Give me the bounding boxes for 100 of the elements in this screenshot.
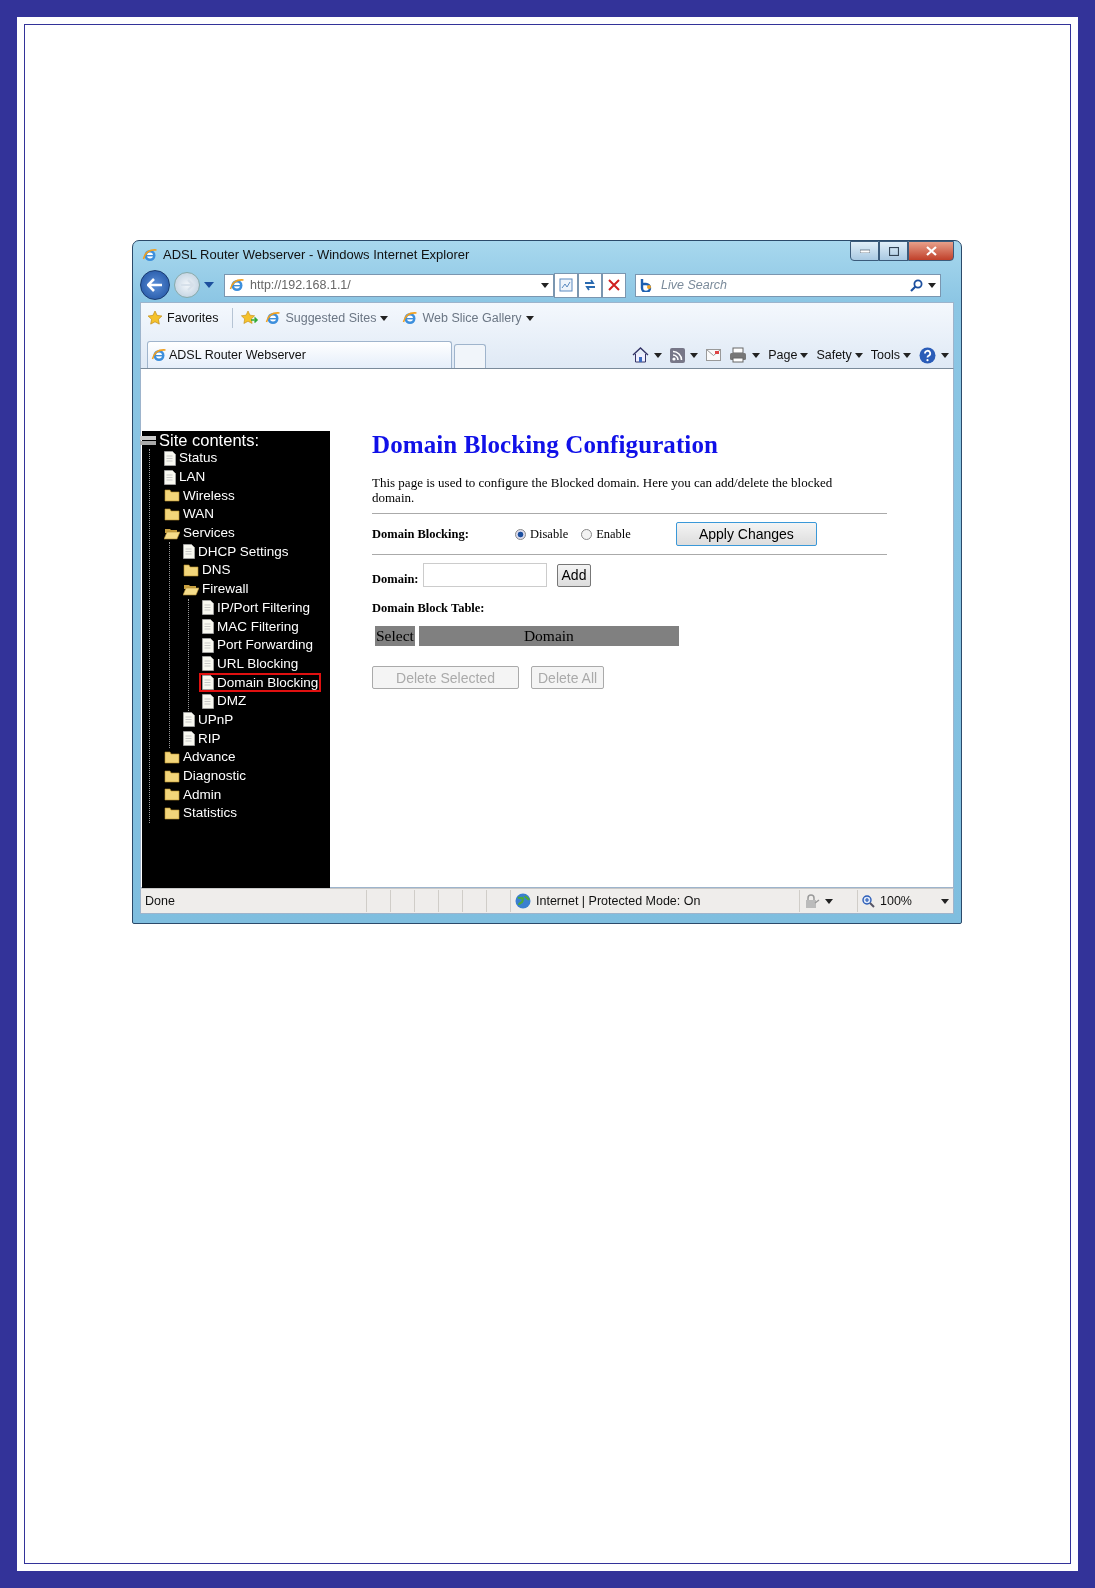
command-menu[interactable]: Tools: [870, 348, 911, 362]
address-bar[interactable]: http://192.168.1.1/: [224, 273, 554, 297]
minimize-button[interactable]: [850, 241, 879, 261]
caret-icon: [941, 352, 949, 358]
command-menu[interactable]: Page: [768, 348, 809, 362]
search-field[interactable]: Live Search: [661, 278, 905, 292]
tree-item[interactable]: DMZ: [199, 691, 250, 711]
back-button[interactable]: [140, 270, 170, 300]
tree-item[interactable]: Firewall: [180, 580, 252, 599]
tree-root-icon: [140, 433, 156, 447]
tree-item[interactable]: Port Forwarding: [199, 635, 317, 655]
tree-item[interactable]: Services: [161, 524, 238, 543]
tree-item[interactable]: UPnP: [180, 710, 237, 730]
globe-icon: [515, 893, 531, 909]
refresh-icon: [583, 278, 597, 292]
tree-item[interactable]: URL Blocking: [199, 654, 302, 674]
home-icon[interactable]: [632, 347, 650, 363]
tree-item[interactable]: LAN: [161, 467, 209, 487]
mail-icon[interactable]: [706, 349, 722, 361]
help-icon[interactable]: [919, 346, 936, 364]
status-text: Done: [144, 893, 176, 910]
tree-item[interactable]: DHCP Settings: [180, 542, 292, 562]
tree-item[interactable]: Statistics: [161, 804, 240, 823]
caret-icon: [903, 352, 911, 358]
stop-button[interactable]: [602, 272, 626, 298]
close-button[interactable]: [908, 241, 954, 261]
search-box[interactable]: Live Search: [635, 273, 941, 297]
add-button[interactable]: Add: [556, 563, 592, 587]
refresh-button[interactable]: [578, 272, 602, 298]
caret-icon: [825, 898, 833, 904]
folder-icon: [164, 507, 180, 521]
add-favorite-icon[interactable]: [241, 310, 260, 326]
document-icon: [202, 693, 214, 709]
tree-item[interactable]: Diagnostic: [161, 767, 250, 786]
folder-icon: [164, 806, 180, 820]
tree-item[interactable]: Domain Blocking: [199, 673, 322, 693]
document-icon: [202, 637, 214, 653]
tree-item[interactable]: DNS: [180, 561, 234, 580]
caret-icon: [854, 352, 863, 358]
favorites-link[interactable]: Favorites: [147, 310, 219, 326]
radio-option[interactable]: Disable: [515, 526, 569, 542]
dropdown-icon: [928, 282, 936, 288]
document-icon: [183, 712, 195, 728]
stop-icon: [608, 279, 620, 291]
folder-icon: [164, 769, 180, 783]
column-header: Select: [375, 626, 415, 646]
folder-icon: [164, 788, 180, 802]
page-chart-icon: [559, 278, 573, 292]
apply-changes-button[interactable]: Apply Changes: [675, 522, 817, 546]
star-icon: [147, 310, 163, 326]
maximize-icon: [888, 246, 899, 256]
table-title: Domain Block Table:: [372, 601, 485, 615]
open-folder-icon: [183, 582, 199, 596]
page-description: This page is used to configure the Blocked domain. Here you can add/delete the blocked domain.: [372, 475, 834, 505]
page-icon: [402, 310, 419, 326]
caret-icon: [380, 315, 389, 321]
tree-item[interactable]: Wireless: [161, 486, 238, 505]
domain-input-field[interactable]: [422, 563, 547, 587]
search-icon[interactable]: [910, 278, 923, 292]
printer-icon[interactable]: [729, 347, 748, 363]
forward-arrow-icon: [180, 279, 194, 291]
radio-option[interactable]: Enable: [581, 526, 631, 542]
caret-icon: [752, 352, 761, 358]
page-icon: [265, 310, 282, 326]
caret-icon: [654, 352, 663, 358]
maximize-button[interactable]: [879, 241, 908, 261]
tree-item[interactable]: WAN: [161, 505, 217, 524]
zoom-icon: [862, 894, 875, 908]
document-icon: [164, 469, 176, 485]
security-zone: Internet | Protected Mode: On: [536, 894, 701, 908]
tree-item[interactable]: Status: [161, 448, 221, 468]
document-icon: [202, 675, 214, 691]
tree-item[interactable]: IP/Port Filtering: [199, 598, 314, 618]
caret-icon: [525, 315, 534, 321]
zoom-control[interactable]: 100%: [857, 890, 953, 912]
radio-button[interactable]: [515, 528, 526, 540]
back-arrow-icon: [147, 278, 163, 292]
folder-icon: [164, 750, 180, 764]
browser-tab[interactable]: ADSL Router Webserver: [147, 341, 452, 368]
favorites-link[interactable]: Web Slice Gallery: [402, 310, 534, 326]
feed-icon[interactable]: [670, 347, 686, 363]
close-icon: [925, 246, 937, 256]
favorites-link[interactable]: Suggested Sites: [265, 310, 389, 326]
tree-item[interactable]: RIP: [180, 729, 224, 749]
folder-icon: [164, 489, 180, 503]
command-menu[interactable]: Safety: [816, 348, 863, 362]
history-dropdown-icon[interactable]: [204, 282, 214, 288]
compatibility-button[interactable]: [554, 272, 578, 298]
page-title: Domain Blocking Configuration: [372, 431, 719, 459]
tree-item[interactable]: MAC Filtering: [199, 617, 302, 637]
radio-button[interactable]: [581, 528, 593, 540]
minimize-icon: [859, 249, 870, 253]
document-icon: [202, 619, 214, 635]
dropdown-icon: [541, 282, 549, 288]
column-header: Domain: [418, 626, 679, 646]
caret-icon: [800, 352, 809, 358]
tree-item[interactable]: Admin: [161, 785, 225, 804]
field-label: Domain Blocking:: [372, 526, 470, 542]
document-icon: [164, 450, 176, 466]
tree-item[interactable]: Advance: [161, 748, 239, 767]
